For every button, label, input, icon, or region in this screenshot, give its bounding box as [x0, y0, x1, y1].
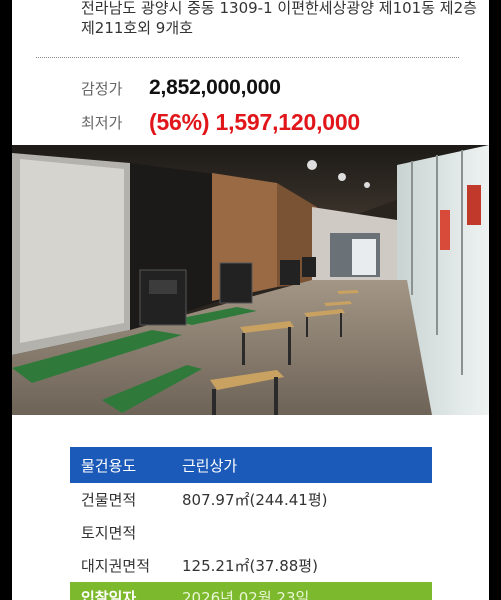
building-area-key: 건물면적	[81, 491, 137, 509]
land-area-row: 토지면적	[70, 516, 432, 549]
minimum-value: (56%) 1,597,120,000	[149, 108, 361, 135]
property-details-table: 물건용도 근린상가 건물면적 807.97㎡(244.41평) 토지면적 대지권…	[70, 447, 432, 600]
usage-row: 물건용도 근린상가	[70, 447, 432, 483]
bid-date-value: 2026년 02월 23일	[182, 588, 310, 600]
land-area-key: 토지면적	[81, 524, 137, 542]
property-photo[interactable]	[12, 145, 489, 415]
appraisal-label: 감정가	[81, 79, 123, 98]
usage-key: 물건용도	[81, 456, 137, 475]
building-area-row: 건물면적 807.97㎡(244.41평)	[70, 483, 432, 516]
usage-value: 근린상가	[182, 456, 238, 475]
bid-date-key: 입찰일자	[81, 588, 137, 600]
land-right-area-key: 대지권면적	[81, 557, 151, 575]
property-address: 전라남도 광양시 중동 1309-1 이편한세상광양 제101동 제2층 제21…	[81, 0, 477, 37]
minimum-price-row: 최저가 (56%) 1,597,120,000	[81, 107, 360, 137]
dotted-divider	[36, 57, 459, 58]
bid-date-row: 입찰일자 2026년 02월 23일	[70, 582, 432, 600]
building-area-value: 807.97㎡(244.41평)	[182, 491, 328, 509]
land-right-area-value: 125.21㎡(37.88평)	[182, 557, 318, 575]
land-right-area-row: 대지권면적 125.21㎡(37.88평)	[70, 549, 432, 582]
auction-listing-card: 전라남도 광양시 중동 1309-1 이편한세상광양 제101동 제2층 제21…	[12, 0, 489, 600]
minimum-label: 최저가	[81, 113, 123, 132]
appraisal-price-row: 감정가 2,852,000,000	[81, 73, 281, 103]
appraisal-value: 2,852,000,000	[149, 76, 281, 99]
